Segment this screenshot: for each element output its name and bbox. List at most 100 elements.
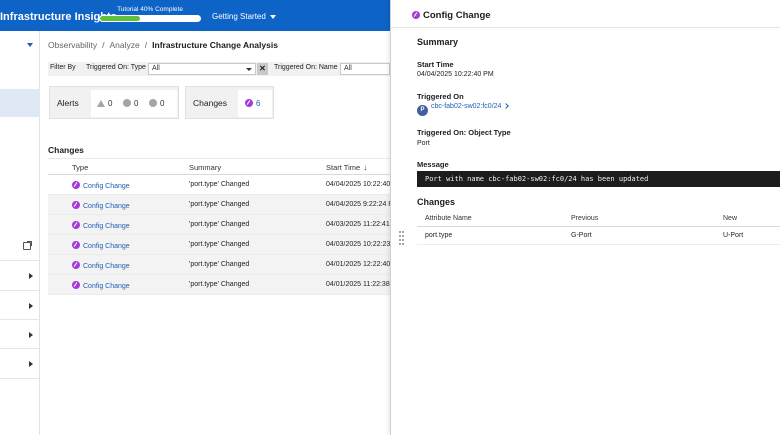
config-change-icon [72, 281, 80, 289]
nav-divider [0, 348, 40, 349]
tutorial-progress-label: Tutorial 40% Complete [117, 6, 183, 13]
table-row[interactable]: Config Change 'port.type' Changed 04/03/… [48, 215, 390, 235]
column-header-new: New [723, 215, 738, 222]
row-type-link[interactable]: Config Change [83, 223, 130, 230]
changes-table-header: Type Summary Start Time ↓ [48, 158, 390, 175]
row-start-time: 04/01/2025 12:22:40 P [326, 261, 390, 268]
alert-major-count[interactable]: 0 [123, 99, 138, 108]
config-change-icon [412, 11, 420, 19]
column-header-attribute-name: Attribute Name [425, 215, 472, 222]
config-change-icon [72, 201, 80, 209]
column-header-start-time-label: Start Time [326, 163, 361, 172]
clear-filter-button[interactable]: ✕ [257, 63, 268, 75]
row-type[interactable]: Config Change [72, 201, 130, 210]
chevron-down-icon [246, 68, 252, 71]
row-type[interactable]: Config Change [72, 281, 130, 290]
changes-count-value: 6 [256, 99, 261, 108]
row-type[interactable]: Config Change [72, 261, 130, 270]
external-link-icon[interactable] [23, 241, 32, 250]
alerts-label: Alerts [57, 98, 79, 108]
table-row[interactable]: Config Change 'port.type' Changed 04/04/… [48, 195, 390, 215]
table-row[interactable]: Config Change 'port.type' Changed 04/04/… [48, 175, 390, 195]
table-row[interactable]: Config Change 'port.type' Changed 04/01/… [48, 255, 390, 275]
changes-count-box[interactable]: 6 [238, 90, 272, 117]
nav-expand-arrow-icon[interactable] [29, 303, 33, 309]
chevron-right-icon [503, 103, 510, 109]
row-start-time: 04/01/2025 11:22:38 A [326, 281, 390, 288]
alert-critical-count[interactable]: 0 [97, 99, 112, 108]
start-time-value: 04/04/2025 10:22:40 PM [417, 71, 494, 78]
attribute-previous: G-Port [571, 232, 592, 239]
triggered-on-name-input[interactable]: All [340, 63, 390, 75]
row-type-link[interactable]: Config Change [83, 263, 130, 270]
nav-divider [0, 290, 40, 291]
row-summary: 'port.type' Changed [189, 201, 250, 208]
row-type-link[interactable]: Config Change [83, 243, 130, 250]
row-type[interactable]: Config Change [72, 241, 130, 250]
row-start-time: 04/03/2025 11:22:41 P [326, 221, 390, 228]
info-circle-icon [149, 99, 157, 107]
config-change-icon [72, 221, 80, 229]
changes-table: Type Summary Start Time ↓ Config Change '… [48, 158, 390, 295]
breadcrumb-item-observability[interactable]: Observability [48, 40, 97, 50]
nav-expand-arrow-icon[interactable] [29, 273, 33, 279]
triggered-on-type-select[interactable]: All [148, 63, 256, 75]
changes-card: Changes 6 [185, 86, 274, 119]
nav-item-selected[interactable] [0, 89, 40, 117]
breadcrumb-separator: / [144, 40, 148, 50]
alert-major-value: 0 [134, 99, 139, 108]
column-header-type[interactable]: Type [72, 163, 88, 172]
breadcrumb: Observability / Analyze / Infrastructure Cha… [48, 40, 278, 50]
row-summary: 'port.type' Changed [189, 261, 250, 268]
object-type-value: Port [417, 140, 430, 147]
changes-label: Changes [193, 98, 228, 108]
attribute-new: U-Port [723, 232, 744, 239]
left-nav-rail [0, 31, 40, 435]
triggered-on-name-label: Triggered On: Name [274, 64, 338, 71]
row-start-time: 04/04/2025 9:22:24 PM [326, 201, 390, 208]
nav-divider [0, 378, 40, 379]
row-type[interactable]: Config Change [72, 221, 130, 230]
triggered-on-link[interactable]: Pcbc-fab02-sw02:fc0/24 [417, 103, 510, 116]
triggered-on-name-value: All [344, 65, 352, 72]
config-change-icon [72, 261, 80, 269]
row-summary: 'port.type' Changed [189, 241, 250, 248]
alert-critical-value: 0 [108, 99, 113, 108]
alert-circle-icon [123, 99, 131, 107]
object-type-label: Triggered On: Object Type [417, 128, 511, 137]
config-change-icon [245, 99, 253, 107]
drag-handle-icon[interactable] [399, 231, 404, 245]
getting-started-menu[interactable]: Getting Started [212, 12, 276, 21]
getting-started-label: Getting Started [212, 12, 266, 21]
row-start-time: 04/04/2025 10:22:40 P [326, 181, 390, 188]
column-header-start-time[interactable]: Start Time ↓ [326, 163, 367, 172]
row-type[interactable]: Config Change [72, 181, 130, 190]
attribute-name: port.type [425, 232, 453, 239]
filter-bar: Filter By Triggered On: Type All ✕ Trigg… [48, 62, 390, 76]
row-summary: 'port.type' Changed [189, 221, 250, 228]
row-type-link[interactable]: Config Change [83, 203, 130, 210]
breadcrumb-separator: / [102, 40, 105, 50]
tutorial-progress[interactable]: Tutorial 40% Complete [98, 6, 202, 26]
nav-expand-arrow-icon[interactable] [29, 361, 33, 367]
sort-descending-icon: ↓ [363, 163, 368, 172]
alert-info-count[interactable]: 0 [149, 99, 164, 108]
triggered-on-value: cbc-fab02-sw02:fc0/24 [431, 103, 502, 110]
nav-expand-arrow-icon[interactable] [29, 332, 33, 338]
start-time-label: Start Time [417, 60, 454, 69]
table-row[interactable]: Config Change 'port.type' Changed 04/03/… [48, 235, 390, 255]
main-content: Observability / Analyze / Infrastructure Cha… [40, 31, 390, 435]
chevron-down-icon[interactable] [27, 43, 33, 47]
alerts-counts: 0 0 0 [91, 90, 177, 117]
column-header-summary[interactable]: Summary [189, 163, 221, 172]
breadcrumb-item-analyze[interactable]: Analyze [110, 40, 140, 50]
row-type-link[interactable]: Config Change [83, 183, 130, 190]
tutorial-progress-bar [99, 15, 201, 22]
detail-title: Config Change [423, 10, 491, 21]
changes-count: 6 [245, 99, 260, 108]
triggered-on-label: Triggered On [417, 92, 464, 101]
row-type-link[interactable]: Config Change [83, 283, 130, 290]
table-row[interactable]: Config Change 'port.type' Changed 04/01/… [48, 275, 390, 295]
table-row: port.type G-Port U-Port [417, 227, 780, 245]
config-change-icon [72, 181, 80, 189]
